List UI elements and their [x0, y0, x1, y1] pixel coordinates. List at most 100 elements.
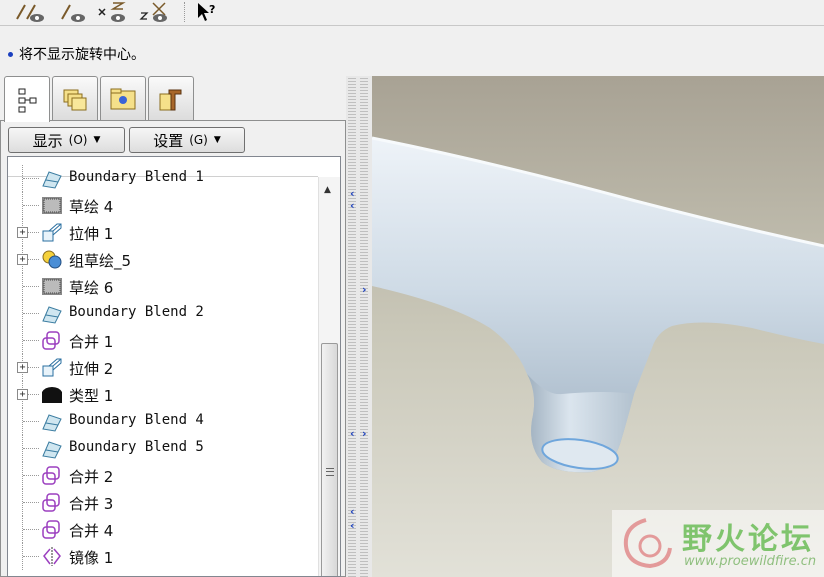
show-label: 显示: [32, 131, 63, 150]
sketch-icon: [41, 195, 63, 216]
message-bullet-icon: [8, 51, 13, 57]
model-tree-icon: [18, 88, 37, 112]
tree-item[interactable]: 草绘 4: [8, 192, 318, 219]
collapse-left-icon[interactable]: ‹: [350, 520, 355, 531]
tree-item-label: 拉伸 2: [69, 360, 114, 378]
merge-icon: [41, 465, 63, 486]
tree-item-label: 合并 3: [69, 495, 114, 513]
tree-item[interactable]: 合并 2: [8, 462, 318, 489]
tree-item-label: 镜像 1: [69, 549, 114, 567]
favorites-icon: [110, 88, 136, 109]
tree-connector: [23, 286, 39, 287]
whats-this-icon[interactable]: ?: [194, 0, 220, 24]
tree-item-label: 组草绘_5: [69, 252, 132, 270]
sketch-hide-icon[interactable]: [58, 0, 90, 24]
tree-item[interactable]: Boundary Blend 4: [8, 408, 318, 435]
panel-splitter[interactable]: ‹ ‹ › ‹ › ‹ ‹: [346, 76, 372, 577]
tree-item-label: Boundary Blend 1: [69, 169, 204, 185]
tree-connector: [23, 475, 39, 476]
collapse-left-icon[interactable]: ‹: [350, 506, 355, 517]
tab-model-tree[interactable]: [4, 76, 50, 122]
tree-item[interactable]: + 拉伸 2: [8, 354, 318, 381]
expand-plus-icon[interactable]: +: [17, 227, 28, 238]
watermark-url: www.proewildfire.cn: [684, 554, 817, 569]
style-icon: [41, 384, 63, 405]
tree-connector: [23, 448, 39, 449]
show-dropdown-button[interactable]: 显示 (O) ▼: [8, 127, 125, 153]
boundary-blend-icon: [41, 168, 63, 189]
scrollbar-thumb[interactable]: [321, 343, 338, 576]
tree-item[interactable]: 镜像 1: [8, 543, 318, 570]
watermark-title: 野火论坛: [682, 522, 814, 557]
collapse-left-icon[interactable]: ‹: [350, 188, 355, 199]
expand-plus-icon[interactable]: +: [17, 254, 28, 265]
sash-left[interactable]: [348, 76, 356, 577]
boundary-blend-icon: [41, 438, 63, 459]
tree-connector: [23, 205, 39, 206]
tree-connector: [23, 313, 39, 314]
sketch-show-icon[interactable]: [14, 0, 48, 24]
tree-item[interactable]: + 组草绘_5: [8, 246, 318, 273]
tree-item[interactable]: 合并 3: [8, 489, 318, 516]
chevron-down-icon: ▼: [93, 135, 101, 145]
graphics-viewport[interactable]: [372, 76, 824, 577]
grip-icon: [326, 468, 334, 476]
tree-item-label: Boundary Blend 2: [69, 304, 204, 320]
collapse-left-icon[interactable]: ‹: [350, 428, 355, 439]
vertical-scrollbar[interactable]: ▲: [318, 177, 340, 576]
watermark: 野火论坛 www.proewildfire.cn: [612, 510, 824, 577]
tab-folder-browser[interactable]: [52, 76, 98, 120]
message-text: 将不显示旋转中心。: [19, 47, 145, 63]
folder-browser-icon: [63, 89, 87, 110]
tree-connector: [23, 556, 39, 557]
tree-item-label: Boundary Blend 4: [69, 412, 204, 428]
collapse-left-icon[interactable]: ‹: [350, 200, 355, 211]
tree-item-label: 草绘 4: [69, 198, 114, 216]
message-line: 将不显示旋转中心。: [8, 44, 145, 64]
expand-right-icon[interactable]: ›: [362, 284, 367, 295]
tree-connector: [23, 502, 39, 503]
tree-item-label: 草绘 6: [69, 279, 114, 297]
settings-label: 设置: [153, 131, 184, 150]
tab-connections[interactable]: [148, 76, 194, 120]
sash-right[interactable]: [360, 76, 368, 577]
model-tree[interactable]: Boundary Blend 1 草绘 4 + 拉伸 1 + 组草绘_5 草绘 6 Bound…: [7, 156, 341, 577]
extrude-icon: [41, 357, 63, 378]
tree-item[interactable]: Boundary Blend 5: [8, 435, 318, 462]
tree-item[interactable]: 合并 4: [8, 516, 318, 543]
scroll-up-icon[interactable]: ▲: [324, 185, 331, 195]
model-3d-render: [372, 76, 824, 577]
tree-item[interactable]: 合并 1: [8, 327, 318, 354]
chevron-down-icon: ▼: [213, 135, 221, 145]
unhide-z-icon[interactable]: [138, 0, 172, 24]
expand-plus-icon[interactable]: +: [17, 362, 28, 373]
tree-item[interactable]: + 类型 1: [8, 381, 318, 408]
model-tree-list: Boundary Blend 1 草绘 4 + 拉伸 1 + 组草绘_5 草绘 6 Bound…: [8, 157, 318, 576]
tree-connector: [23, 340, 39, 341]
toolbar-separator: [184, 2, 185, 22]
expand-right-icon[interactable]: ›: [362, 428, 367, 439]
tree-connector: [23, 529, 39, 530]
svg-text:?: ?: [209, 3, 215, 16]
tree-item-label: 拉伸 1: [69, 225, 114, 243]
tree-item-label: 合并 2: [69, 468, 114, 486]
forum-logo-icon: [623, 518, 672, 569]
settings-dropdown-button[interactable]: 设置 (G) ▼: [129, 127, 245, 153]
expand-plus-icon[interactable]: +: [17, 389, 28, 400]
mirror-icon: [41, 546, 63, 567]
tree-item[interactable]: 草绘 6: [8, 273, 318, 300]
tab-favorites[interactable]: [100, 76, 146, 120]
connections-icon: [159, 89, 182, 110]
boundary-blend-icon: [41, 303, 63, 324]
settings-shortcut: (G): [189, 133, 208, 147]
merge-icon: [41, 330, 63, 351]
boundary-blend-icon: [41, 411, 63, 432]
merge-icon: [41, 492, 63, 513]
tree-item[interactable]: Boundary Blend 1: [8, 165, 318, 192]
tree-item-label: 合并 4: [69, 522, 114, 540]
tree-item[interactable]: + 拉伸 1: [8, 219, 318, 246]
hide-x-icon[interactable]: [96, 0, 130, 24]
tree-item-label: Boundary Blend 5: [69, 439, 204, 455]
tree-connector: [23, 421, 39, 422]
tree-item[interactable]: Boundary Blend 2: [8, 300, 318, 327]
